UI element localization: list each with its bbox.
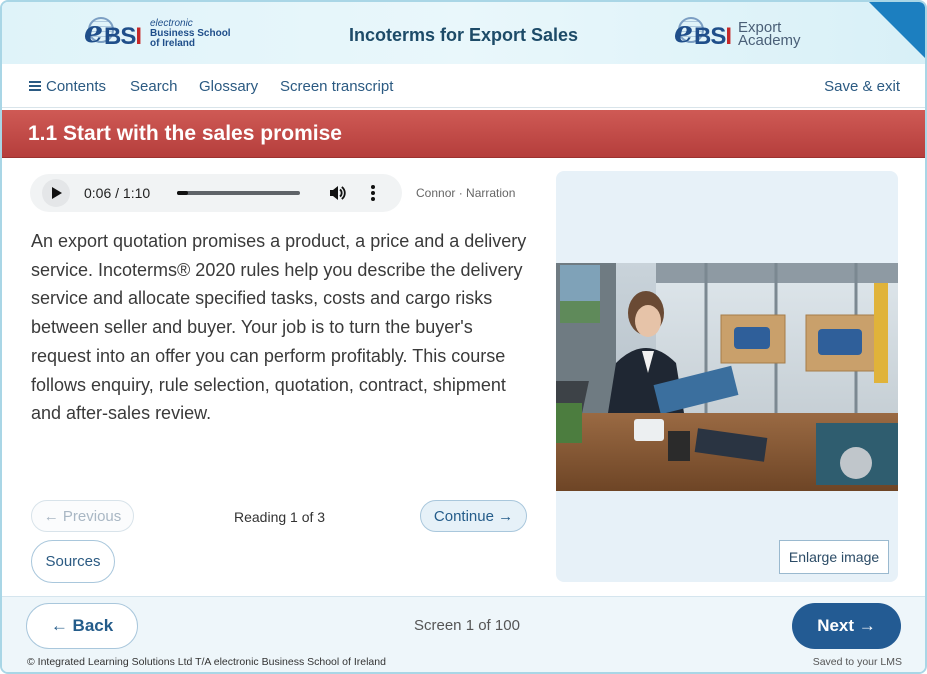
narration-label: Connor · Narration <box>416 186 516 200</box>
image-panel: Enlarge image <box>556 171 898 582</box>
hamburger-icon <box>29 81 41 91</box>
audio-seek-bar[interactable] <box>177 191 300 195</box>
section-title-band: 1.1 Start with the sales promise <box>2 110 925 158</box>
corner-tab <box>869 2 925 58</box>
section-title: 1.1 Start with the sales promise <box>28 122 342 145</box>
audio-time: 0:06 / 1:10 <box>84 185 151 201</box>
office-photo <box>556 263 898 491</box>
glossary-link[interactable]: Glossary <box>199 78 258 95</box>
audio-progress-fill <box>177 191 188 195</box>
more-options-icon[interactable] <box>370 184 376 202</box>
volume-icon[interactable] <box>328 184 346 202</box>
audio-player: 0:06 / 1:10 <box>30 174 402 212</box>
screen-transcript-link[interactable]: Screen transcript <box>280 78 393 95</box>
nav-bar: Contents Search Glossary Screen transcri… <box>2 64 925 108</box>
screen-counter: Screen 1 of 100 <box>414 617 520 634</box>
contents-menu-button[interactable]: Contents <box>29 78 106 95</box>
play-button[interactable] <box>42 179 70 207</box>
contents-label: Contents <box>46 78 107 95</box>
body-text: An export quotation promises a product, … <box>31 231 527 424</box>
copyright-text: © Integrated Learning Solutions Ltd T/A … <box>27 656 386 668</box>
next-button[interactable]: Next → <box>792 603 901 649</box>
reading-status: Reading 1 of 3 <box>234 509 326 525</box>
back-button[interactable]: ← Back <box>26 603 138 649</box>
header: e BSI electronic Business School of Irel… <box>2 2 925 64</box>
logo-academy-name: Export Academy <box>738 19 801 49</box>
previous-button[interactable]: ← Previous <box>31 500 134 532</box>
export-academy-logo-mark: e BSI <box>674 15 732 50</box>
course-player: e BSI electronic Business School of Irel… <box>0 0 927 674</box>
sources-button[interactable]: Sources <box>31 540 115 583</box>
search-link[interactable]: Search <box>130 78 178 95</box>
continue-button[interactable]: Continue → <box>420 500 527 532</box>
save-exit-button[interactable]: Save & exit <box>824 78 900 95</box>
footer: ← Back Screen 1 of 100 Next → © Integrat… <box>2 596 925 672</box>
export-academy-logo: e BSI Export Academy <box>674 14 801 54</box>
enlarge-image-button[interactable]: Enlarge image <box>779 540 889 574</box>
save-status: Saved to your LMS <box>812 656 902 668</box>
